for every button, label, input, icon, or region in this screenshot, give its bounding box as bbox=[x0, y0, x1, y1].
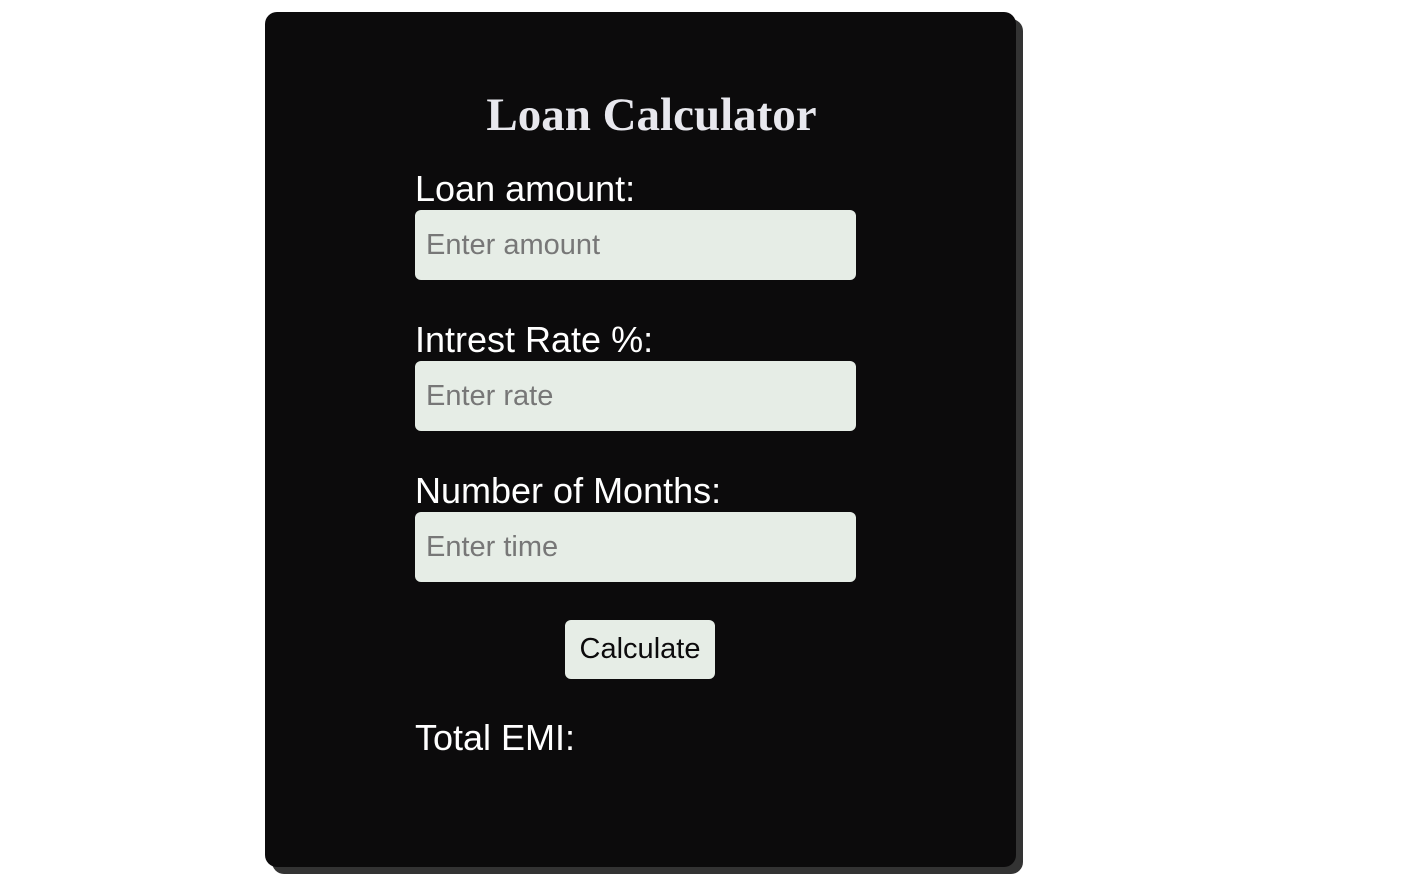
number-of-months-label: Number of Months: bbox=[415, 470, 722, 511]
total-emi-row: Total EMI: bbox=[415, 717, 575, 759]
calculate-button[interactable]: Calculate bbox=[565, 620, 715, 679]
total-emi-label: Total EMI: bbox=[415, 717, 576, 758]
number-of-months-input[interactable] bbox=[415, 512, 856, 582]
interest-rate-input[interactable] bbox=[415, 361, 856, 431]
loan-amount-label: Loan amount: bbox=[415, 168, 636, 209]
page-title: Loan Calculator bbox=[486, 89, 817, 141]
loan-calculator-card: Loan Calculator Loan amount: Intrest Rat… bbox=[265, 12, 1016, 867]
loan-amount-input[interactable] bbox=[415, 210, 856, 280]
interest-rate-label: Intrest Rate %: bbox=[415, 319, 654, 360]
